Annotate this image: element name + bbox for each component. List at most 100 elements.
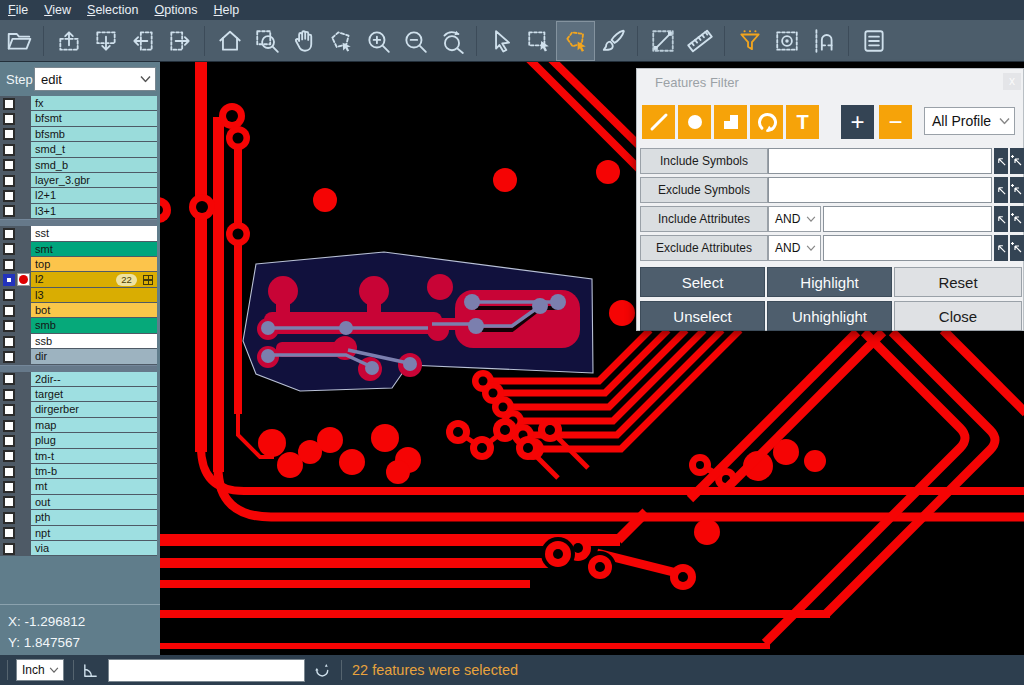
filter-pad-button[interactable] (678, 105, 711, 139)
unhighlight-button[interactable]: Unhighlight (767, 301, 892, 331)
layer-label[interactable]: l222 (31, 272, 157, 287)
layer-checkbox[interactable] (3, 320, 15, 332)
transform-polygon-icon[interactable] (322, 22, 359, 60)
filter-line-button[interactable] (642, 105, 675, 139)
zoom-in-icon[interactable] (359, 22, 396, 60)
layer-row-tm-b[interactable]: tm-b (0, 464, 157, 479)
layer-checkbox[interactable] (3, 450, 15, 462)
layer-row-ssb[interactable]: ssb (0, 334, 157, 349)
filter-text-button[interactable]: T (786, 105, 819, 139)
layer-row-npt[interactable]: npt (0, 526, 157, 541)
layer-row-l3+1[interactable]: l3+1 (0, 204, 157, 219)
layer-row-out[interactable]: out (0, 495, 157, 510)
filter-arc-button[interactable] (750, 105, 783, 139)
layer-checkbox[interactable] (3, 274, 15, 286)
layer-row-dir[interactable]: dir (0, 349, 157, 364)
exclude-attributes-button[interactable]: Exclude Attributes (640, 235, 768, 261)
layer-checkbox[interactable] (3, 466, 15, 478)
layer-label[interactable]: bfsmt (31, 111, 157, 126)
layer-checkbox[interactable] (3, 420, 15, 432)
layer-label[interactable]: l3+1 (31, 204, 157, 219)
include-attributes-op-select[interactable]: AND (768, 206, 821, 232)
include-symbols-input[interactable] (768, 148, 992, 174)
zoom-out-icon[interactable] (396, 22, 433, 60)
layer-checkbox[interactable] (3, 228, 15, 240)
open-folder-icon[interactable] (0, 22, 37, 60)
pick-add-icon[interactable] (1010, 148, 1024, 174)
pick-add-icon[interactable] (1010, 235, 1024, 261)
layer-row-layer_3.gbr[interactable]: layer_3.gbr (0, 173, 157, 188)
include-attributes-input[interactable] (823, 206, 992, 232)
include-symbols-button[interactable]: Include Symbols (640, 148, 768, 174)
layer-row-plug[interactable]: plug (0, 433, 157, 448)
layer-checkbox[interactable] (3, 205, 15, 217)
layer-checkbox[interactable] (3, 481, 15, 493)
exclude-symbols-button[interactable]: Exclude Symbols (640, 177, 768, 203)
filter-add-button[interactable]: + (841, 105, 874, 139)
angle-mode-icon[interactable] (82, 662, 99, 679)
layer-label[interactable]: 2dir-- (31, 372, 157, 387)
layer-checkbox[interactable] (3, 144, 15, 156)
layer-checkbox[interactable] (3, 259, 15, 271)
unselect-button[interactable]: Unselect (640, 301, 765, 331)
filter-remove-button[interactable]: − (879, 105, 912, 139)
layer-row-smb[interactable]: smb (0, 318, 157, 333)
layer-checkbox[interactable] (3, 336, 15, 348)
highlight-button[interactable]: Highlight (767, 267, 892, 297)
layer-checkbox[interactable] (3, 289, 15, 301)
menu-file[interactable]: File (0, 1, 36, 20)
layer-label[interactable]: out (31, 495, 157, 510)
layer-label[interactable]: dir (31, 349, 157, 364)
snap-mode-icon[interactable] (805, 22, 842, 60)
layers-table-icon[interactable] (855, 22, 892, 60)
select-polygon-icon[interactable] (557, 22, 594, 60)
layer-label[interactable]: sst (31, 226, 157, 241)
layer-label[interactable]: tm-t (31, 449, 157, 464)
layer-checkbox[interactable] (3, 113, 15, 125)
view-options-icon[interactable] (768, 22, 805, 60)
layer-checkbox[interactable] (3, 435, 15, 447)
layer-label[interactable]: bot (31, 303, 157, 318)
pan-hand-icon[interactable] (285, 22, 322, 60)
layer-checkbox[interactable] (3, 98, 15, 110)
layer-label[interactable]: smd_b (31, 158, 157, 173)
layer-label[interactable]: top (31, 257, 157, 272)
layer-label[interactable]: l2+1 (31, 188, 157, 203)
layer-label[interactable]: mt (31, 479, 157, 494)
layer-row-l2[interactable]: l222 (0, 272, 157, 287)
layer-label[interactable]: layer_3.gbr (31, 173, 157, 188)
layer-checkbox[interactable] (3, 305, 15, 317)
measure-line-icon[interactable] (644, 22, 681, 60)
layer-label[interactable]: bfsmb (31, 127, 157, 142)
layer-label[interactable]: via (31, 541, 157, 556)
layer-row-bfsmt[interactable]: bfsmt (0, 111, 157, 126)
layer-checkbox[interactable] (3, 351, 15, 363)
layer-label[interactable]: map (31, 418, 157, 433)
layer-label[interactable]: fx (31, 96, 157, 111)
layer-row-top[interactable]: top (0, 257, 157, 272)
import-down-icon[interactable] (87, 22, 124, 60)
menu-selection[interactable]: Selection (79, 1, 146, 20)
layer-checkbox[interactable] (3, 243, 15, 255)
pick-add-icon[interactable] (1010, 177, 1024, 203)
select-rectangle-icon[interactable] (520, 22, 557, 60)
exclude-attributes-input[interactable] (823, 235, 992, 261)
layer-label[interactable]: plug (31, 433, 157, 448)
layer-row-via[interactable]: via (0, 541, 157, 556)
layer-checkbox[interactable] (3, 389, 15, 401)
import-right-icon[interactable] (161, 22, 198, 60)
layer-row-smd_b[interactable]: smd_b (0, 158, 157, 173)
layer-checkbox[interactable] (3, 527, 15, 539)
sync-icon[interactable] (314, 662, 331, 679)
layer-row-fx[interactable]: fx (0, 96, 157, 111)
pick-add-icon[interactable] (1010, 206, 1024, 232)
layer-checkbox[interactable] (3, 404, 15, 416)
pick-icon[interactable] (994, 177, 1008, 203)
step-select[interactable]: edit (34, 67, 156, 91)
layer-checkbox[interactable] (3, 190, 15, 202)
layer-row-mt[interactable]: mt (0, 479, 157, 494)
layer-label[interactable]: dirgerber (31, 402, 157, 417)
exclude-symbols-input[interactable] (768, 177, 992, 203)
zoom-previous-icon[interactable] (433, 22, 470, 60)
layer-checkbox[interactable] (3, 543, 15, 555)
